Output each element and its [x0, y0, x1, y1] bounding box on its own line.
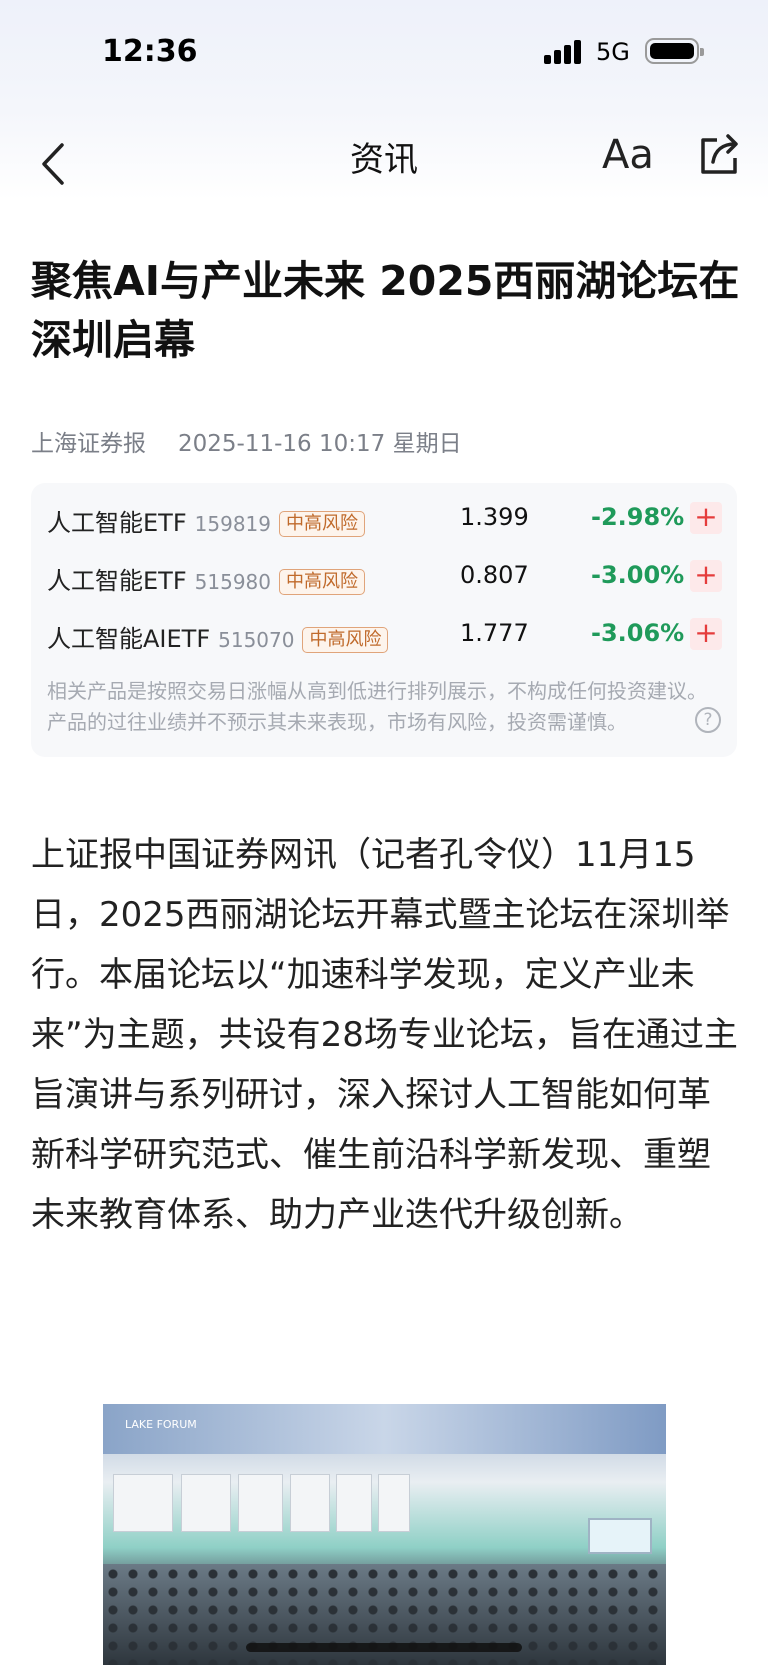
article-source[interactable]: 上海证券报: [31, 431, 146, 457]
battery-icon: [645, 38, 704, 64]
related-funds-card: 人工智能ETF 159819 中高风险 1.399 -2.98% + 人工智能ETF…: [31, 483, 737, 757]
help-icon[interactable]: ?: [695, 707, 721, 733]
fund-price: 1.777: [460, 619, 529, 647]
status-time: 12:36: [102, 34, 198, 69]
article-title: 聚焦AI与产业未来 2025西丽湖论坛在深圳启幕: [31, 257, 740, 364]
risk-badge: 中高风险: [302, 627, 389, 653]
fund-row[interactable]: 人工智能ETF 159819 中高风险 1.399 -2.98% +: [47, 493, 727, 545]
network-type: 5G: [596, 38, 630, 66]
nav-bar: 资讯 Aa: [0, 120, 768, 200]
fund-row[interactable]: 人工智能ETF 515980 中高风险 0.807 -3.00% +: [47, 551, 727, 603]
fund-change: -3.06%: [591, 619, 685, 647]
article-meta: 上海证券报 2025-11-16 10:17 星期日: [31, 424, 462, 458]
home-indicator: [246, 1643, 522, 1652]
fund-code: 515980: [194, 570, 271, 594]
fund-name: 人工智能AIETF: [47, 625, 211, 653]
share-button[interactable]: [695, 130, 745, 180]
fund-row[interactable]: 人工智能AIETF 515070 中高风险 1.777 -3.06% +: [47, 609, 727, 661]
fund-name: 人工智能ETF: [47, 509, 187, 537]
status-bar: 12:36 5G: [0, 0, 768, 100]
share-icon: [701, 134, 738, 174]
fund-code: 515070: [218, 628, 295, 652]
add-watchlist-button[interactable]: +: [690, 502, 722, 534]
fund-change: -2.98%: [591, 503, 685, 531]
fund-name: 人工智能ETF: [47, 567, 187, 595]
fund-change: -3.00%: [591, 561, 685, 589]
fund-price: 1.399: [460, 503, 529, 531]
risk-badge: 中高风险: [279, 569, 365, 595]
signal-icon: [544, 40, 584, 64]
article-body: 上证报中国证券网讯（记者孔令仪）11月15日，2025西丽湖论坛开幕式暨主论坛在…: [31, 835, 738, 1235]
add-watchlist-button[interactable]: +: [690, 618, 722, 650]
article-image[interactable]: LAKE FORUM: [103, 1404, 666, 1665]
fund-code: 159819: [194, 512, 271, 536]
stage-screen: [588, 1518, 652, 1554]
article-datetime: 2025-11-16 10:17 星期日: [178, 431, 462, 457]
forum-logo: LAKE FORUM: [125, 1418, 197, 1431]
disclaimer-text: 相关产品是按照交易日涨幅从高到低进行排列展示，不构成任何投资建议。产品的过往业绩…: [47, 679, 707, 734]
risk-badge: 中高风险: [279, 511, 365, 537]
fund-price: 0.807: [460, 561, 529, 589]
font-size-button[interactable]: Aa: [602, 130, 658, 180]
add-watchlist-button[interactable]: +: [690, 560, 722, 592]
